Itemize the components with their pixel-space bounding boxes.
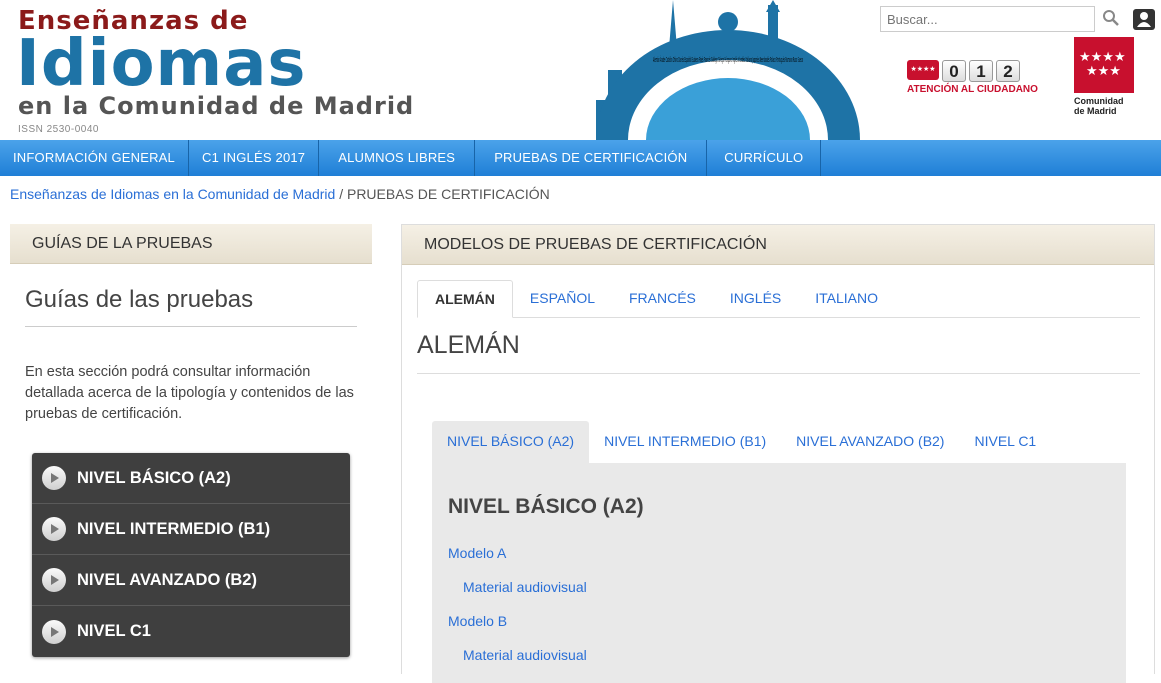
guides-description: En esta sección podrá consultar informac… <box>25 364 354 422</box>
phone-caption: ATENCIÓN AL CIUDADANO <box>907 84 1038 95</box>
breadcrumb-current: PRUEBAS DE CERTIFICACIÓN <box>346 186 550 202</box>
level-menu-item[interactable]: NIVEL INTERMEDIO (B1) <box>32 504 350 555</box>
nav-item-alumnos-libres[interactable]: ALUMNOS LIBRES <box>319 140 476 176</box>
phone-012-badge[interactable]: ★★★★ 0 1 2 ATENCIÓN AL CIUDADANO <box>907 60 1038 100</box>
tab-italiano[interactable]: ITALIANO <box>798 280 895 318</box>
comunidad-madrid-logo[interactable]: ★★★★ ★★★ Comunidad de Madrid <box>1074 37 1136 117</box>
level-menu-label: NIVEL C1 <box>77 622 151 640</box>
nav-item-informacion-general[interactable]: INFORMACIÓN GENERAL <box>0 140 189 176</box>
site-title-line3[interactable]: en la Comunidad de Madrid <box>18 92 414 120</box>
tab-aleman[interactable]: ALEMÁN <box>417 280 513 318</box>
modelo-a-link[interactable]: Modelo A <box>448 545 506 561</box>
search-input[interactable] <box>880 6 1095 32</box>
region-logo-text: Comunidad de Madrid <box>1074 96 1124 116</box>
play-icon <box>42 568 66 592</box>
madrid-stars-icon: ★★★★ <box>907 60 939 80</box>
breadcrumb-separator: / <box>339 186 344 202</box>
site-title-line2[interactable]: Idiomas <box>16 26 307 102</box>
site-header: Enseñanzas de Idiomas en la Comunidad de… <box>0 0 1161 140</box>
play-icon <box>42 619 66 644</box>
madrid-stars-icon: ★★★★ ★★★ <box>1079 50 1126 79</box>
play-icon <box>42 466 66 490</box>
material-audiovisual-link[interactable]: Material audiovisual <box>463 579 587 595</box>
level-tabs: NIVEL BÁSICO (A2) NIVEL INTERMEDIO (B1) … <box>432 421 1126 463</box>
tab-nivel-basico[interactable]: NIVEL BÁSICO (A2) <box>432 421 590 463</box>
phone-digit: 2 <box>996 60 1020 82</box>
level-menu-item[interactable]: NIVEL BÁSICO (A2) <box>32 453 350 504</box>
nav-item-c1-ingles[interactable]: C1 INGLÉS 2017 <box>189 140 320 176</box>
breadcrumb-home-link[interactable]: Enseñanzas de Idiomas en la Comunidad de… <box>10 186 335 202</box>
level-menu-label: NIVEL AVANZADO (B2) <box>77 570 257 589</box>
guides-title: Guías de las pruebas <box>25 286 357 327</box>
play-icon <box>42 517 66 541</box>
tab-nivel-c1[interactable]: NIVEL C1 <box>959 421 1051 463</box>
level-menu-label: NIVEL BÁSICO (A2) <box>77 468 231 487</box>
models-panel-heading: MODELOS DE PRUEBAS DE CERTIFICACIÓN <box>402 225 1154 265</box>
svg-text:★★★★: ★★★★ <box>1079 50 1126 65</box>
globe-language-words: Alemán Árabe Catalán Chino Danés Español… <box>653 55 803 64</box>
search-icon[interactable] <box>1101 8 1121 28</box>
guides-panel: GUÍAS DE LA PRUEBAS Guías de las pruebas… <box>10 224 372 674</box>
level-menu: NIVEL BÁSICO (A2) NIVEL INTERMEDIO (B1) … <box>32 453 350 657</box>
tab-espanol[interactable]: ESPAÑOL <box>513 280 612 318</box>
nav-item-curriculo[interactable]: CURRÍCULO <box>707 140 822 176</box>
language-tabs: ALEMÁN ESPAÑOL FRANCÉS INGLÉS ITALIANO <box>417 280 1140 318</box>
tab-ingles[interactable]: INGLÉS <box>713 280 798 318</box>
modelo-b-link[interactable]: Modelo B <box>448 613 507 629</box>
svg-text:★★★: ★★★ <box>1086 64 1121 79</box>
breadcrumb: Enseñanzas de Idiomas en la Comunidad de… <box>10 186 550 202</box>
globe-landmarks-banner: Alemán Árabe Catalán Chino Danés Español… <box>596 0 860 140</box>
language-title: ALEMÁN <box>417 331 1140 374</box>
tab-frances[interactable]: FRANCÉS <box>612 280 713 318</box>
phone-digit: 0 <box>942 60 966 82</box>
level-pane: NIVEL BÁSICO (A2) Modelo A Material audi… <box>432 463 1126 683</box>
level-pane-title: NIVEL BÁSICO (A2) <box>448 495 644 518</box>
level-menu-item[interactable]: NIVEL C1 <box>32 606 350 657</box>
tab-nivel-avanzado[interactable]: NIVEL AVANZADO (B2) <box>781 421 959 463</box>
main-nav: INFORMACIÓN GENERAL C1 INGLÉS 2017 ALUMN… <box>0 140 1161 176</box>
issn-label: ISSN 2530-0040 <box>18 124 99 135</box>
guides-panel-heading: GUÍAS DE LA PRUEBAS <box>10 224 372 264</box>
level-menu-item[interactable]: NIVEL AVANZADO (B2) <box>32 555 350 606</box>
level-menu-label: NIVEL INTERMEDIO (B1) <box>77 519 271 538</box>
user-icon[interactable] <box>1133 9 1155 30</box>
models-panel: MODELOS DE PRUEBAS DE CERTIFICACIÓN ALEM… <box>401 224 1155 683</box>
tab-nivel-intermedio[interactable]: NIVEL INTERMEDIO (B1) <box>589 421 781 463</box>
material-audiovisual-link[interactable]: Material audiovisual <box>463 647 587 663</box>
nav-item-pruebas-certificacion[interactable]: PRUEBAS DE CERTIFICACIÓN <box>475 140 708 176</box>
phone-digit: 1 <box>969 60 993 82</box>
